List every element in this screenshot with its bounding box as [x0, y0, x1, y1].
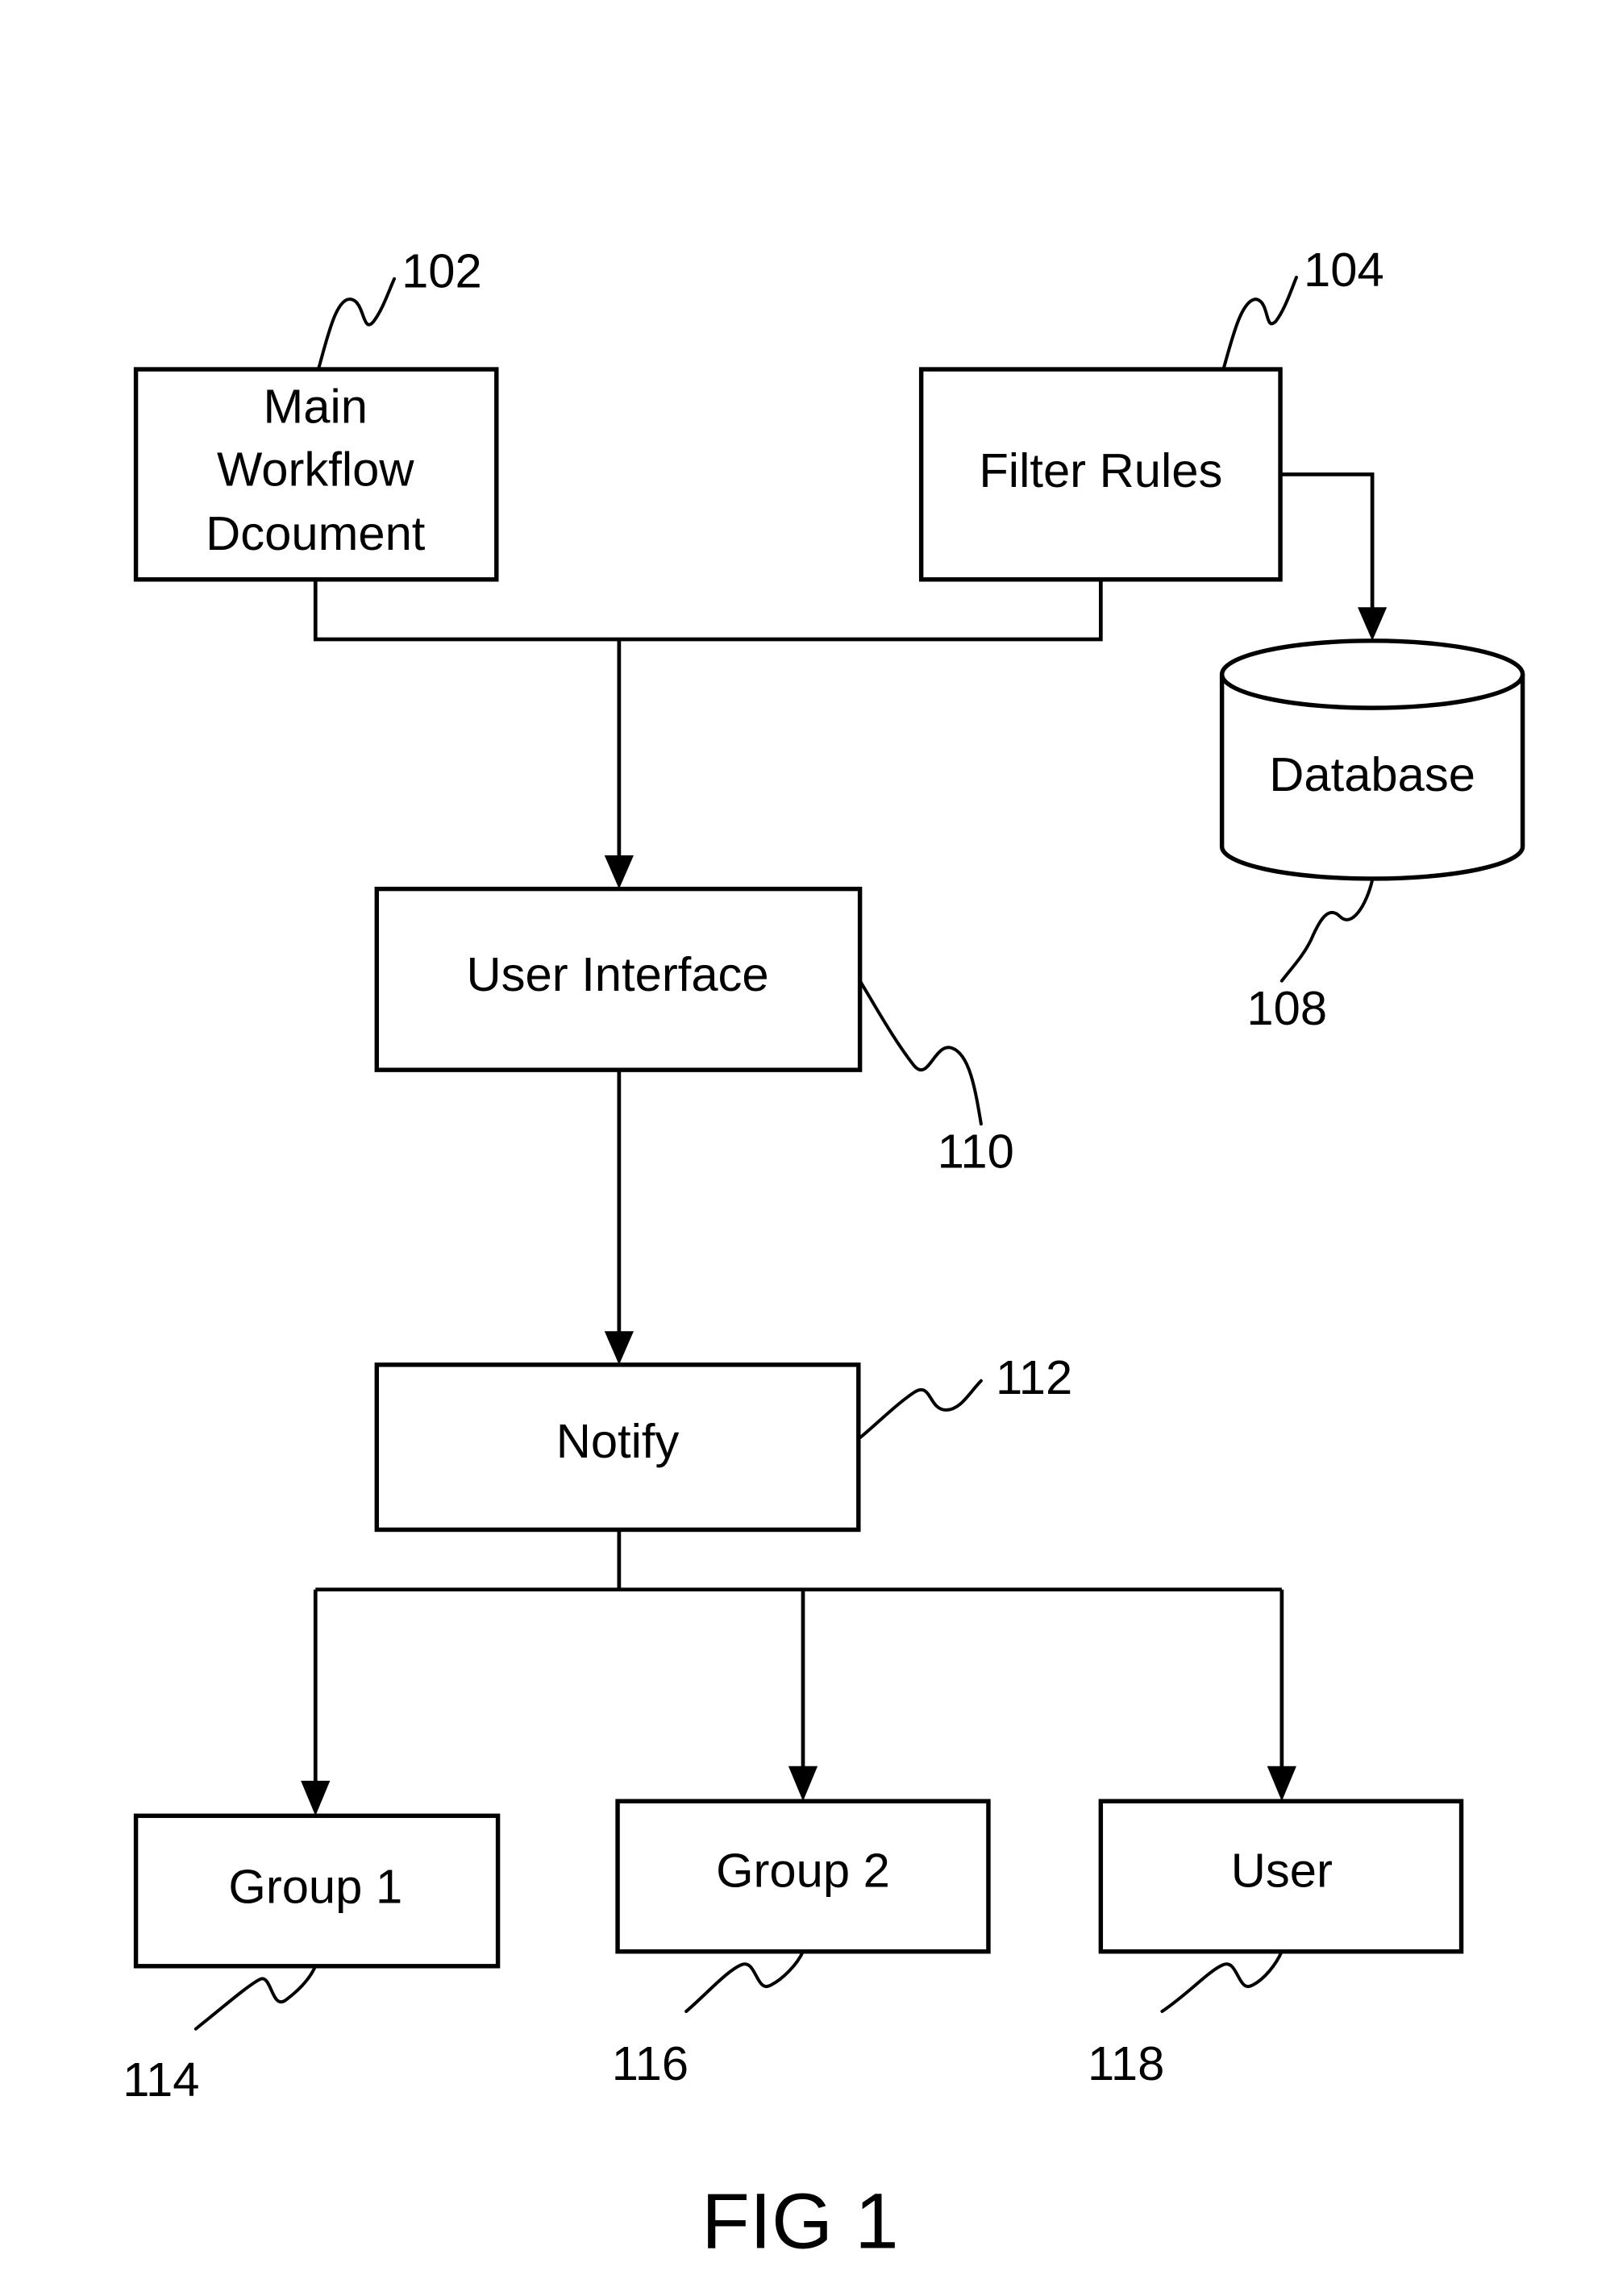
edge-filter-to-database: [1280, 472, 1375, 610]
user-interface-label: User Interface: [466, 947, 768, 1001]
arrowhead-database: [1358, 607, 1388, 641]
node-user: User 118: [1088, 1799, 1464, 2090]
ref-label-110: 110: [938, 1124, 1014, 1178]
group-2-label: Group 2: [716, 1844, 890, 1898]
arrowhead-user: [1267, 1766, 1296, 1802]
node-main-workflow-document: Main Workflow Dcoument 102: [133, 244, 499, 582]
node-database: Database 108: [1219, 638, 1525, 1035]
user-label: User: [1231, 1844, 1333, 1898]
group-1-label: Group 1: [228, 1859, 402, 1913]
ref-leader-112: [858, 1379, 983, 1440]
node-user-interface: User Interface 110: [374, 886, 1014, 1178]
arrowhead-user-interface: [604, 855, 634, 889]
database-label: Database: [1269, 747, 1475, 801]
ref-leader-116: [684, 1949, 805, 2013]
ref-label-112: 112: [996, 1350, 1072, 1404]
ref-leader-114: [193, 1964, 318, 2031]
node-filter-rules: Filter Rules 104: [918, 243, 1384, 582]
ref-leader-108: [1279, 878, 1375, 983]
node-group-2: Group 2 116: [612, 1799, 991, 2090]
ref-label-102: 102: [402, 244, 482, 298]
notify-label: Notify: [556, 1414, 680, 1468]
ref-label-108: 108: [1246, 981, 1327, 1035]
ref-leader-102: [316, 277, 397, 372]
arrowhead-group-1: [301, 1780, 331, 1816]
ref-leader-110: [858, 979, 983, 1126]
ref-leader-104: [1221, 276, 1298, 372]
fig1-diagram: Main Workflow Dcoument 102 Filter Rules …: [123, 243, 1525, 2265]
node-notify: Notify 112: [374, 1350, 1072, 1533]
database-cylinder-top: [1219, 638, 1525, 710]
ref-label-118: 118: [1088, 2036, 1164, 2090]
edge-merge-bus-top: [313, 579, 1103, 642]
main-workflow-document-line-1: Main: [264, 380, 368, 434]
filter-rules-label: Filter Rules: [979, 443, 1222, 497]
ref-label-116: 116: [612, 2036, 689, 2090]
ref-label-104: 104: [1304, 243, 1384, 297]
ref-label-114: 114: [123, 2053, 199, 2107]
arrowhead-group-2: [788, 1766, 818, 1802]
main-workflow-document-line-2: Workflow: [217, 442, 414, 496]
main-workflow-document-line-3: Dcoument: [206, 506, 426, 560]
arrowhead-notify: [604, 1331, 634, 1365]
node-group-1: Group 1 114: [123, 1813, 501, 2107]
ref-leader-118: [1160, 1949, 1284, 2013]
figure-caption: FIG 1: [701, 2177, 898, 2265]
